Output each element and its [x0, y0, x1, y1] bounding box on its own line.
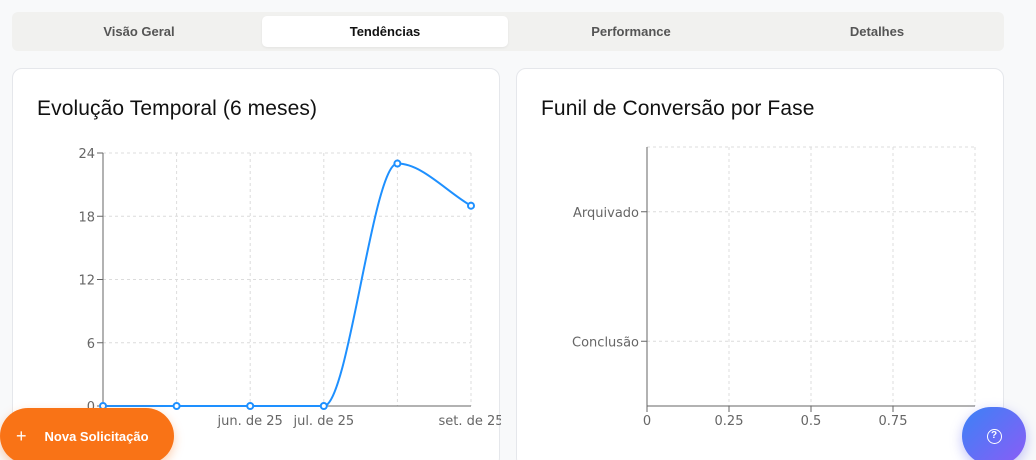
x-tick-label: 0.75	[879, 414, 908, 429]
x-tick-label: jun. de 25	[217, 414, 283, 429]
tab-performance[interactable]: Performance	[508, 16, 754, 47]
x-tick-label: 0.5	[801, 414, 822, 429]
y-tick-label: 24	[78, 147, 95, 162]
help-button[interactable]: ?	[962, 407, 1026, 460]
help-icon: ?	[986, 428, 1002, 444]
plus-icon: +	[16, 425, 27, 446]
data-point	[246, 402, 255, 410]
y-tick-label: 18	[78, 210, 95, 225]
y-tick-label: 12	[78, 274, 95, 289]
temporal-evolution-card: Evolução Temporal (6 meses) 06121824jun.…	[12, 68, 501, 460]
tab-detalhes[interactable]: Detalhes	[754, 16, 1000, 47]
x-tick-label: 0	[643, 414, 651, 429]
series-line	[102, 162, 472, 408]
data-point	[467, 201, 475, 210]
tab-tendencias[interactable]: Tendências	[262, 16, 508, 47]
x-tick-label: set. de 25	[438, 414, 501, 429]
funnel-chart: 0 0.25 0.5 0.75 Arquivado Conclusão	[572, 146, 976, 429]
y-tick-label: Conclusão	[572, 335, 639, 350]
line-chart: 06121824jun. de 25jul. de 25set. de 25	[78, 147, 501, 429]
new-request-label: Nova Solicitação	[44, 428, 149, 444]
conversion-funnel-card: Funil de Conversão por Fase 0 0.25 0.5 0.75…	[516, 68, 1004, 460]
y-tick-label: 6	[87, 337, 95, 352]
y-tick-label: Arquivado	[573, 206, 639, 221]
x-tick-label: jul. de 25	[292, 414, 354, 429]
tab-visao-geral[interactable]: Visão Geral	[16, 16, 262, 47]
x-tick-label: 0.25	[715, 414, 744, 429]
data-point	[319, 402, 328, 410]
new-request-button[interactable]: + Nova Solicitação	[0, 408, 174, 460]
data-point	[172, 402, 181, 410]
tab-bar: Visão Geral Tendências Performance Detal…	[12, 12, 1004, 51]
data-point	[393, 159, 402, 168]
